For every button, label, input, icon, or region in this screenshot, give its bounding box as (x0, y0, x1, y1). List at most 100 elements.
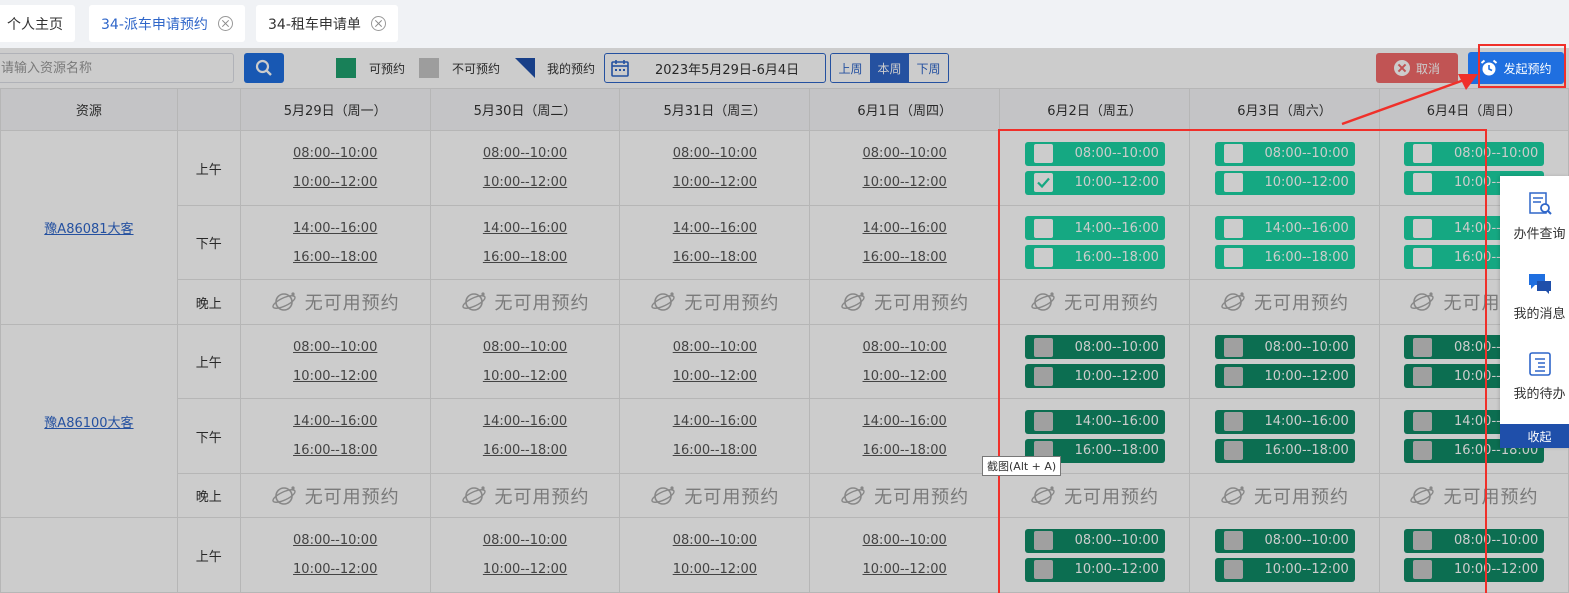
no-booking-label: 无可用预约 (304, 486, 400, 508)
tab-home[interactable]: 个人主页 (0, 5, 75, 42)
no-booking-cell: 无可用预约 (429, 472, 621, 519)
slot-link[interactable]: 16:00--18:00 (241, 436, 430, 465)
resource-search-input[interactable] (0, 53, 234, 83)
slot-link[interactable]: 08:00--10:00 (620, 139, 809, 168)
slot-link[interactable]: 16:00--18:00 (810, 243, 999, 272)
slot-cell: 14:00--16:00 16:00--18:00 (619, 204, 811, 281)
legend-label: 我的预约 (547, 61, 596, 76)
slot-link[interactable]: 08:00--10:00 (620, 526, 809, 555)
slot-cell: 08:00--10:00 10:00--12:00 (809, 323, 1001, 400)
slot-link[interactable]: 16:00--18:00 (431, 436, 620, 465)
week-switcher: 上周 本周 下周 (830, 53, 949, 83)
slot-link[interactable]: 16:00--18:00 (810, 436, 999, 465)
slot-link[interactable]: 10:00--12:00 (431, 555, 620, 584)
side-item-label: 我的消息 (1513, 306, 1566, 322)
no-booking-label: 无可用预约 (874, 293, 970, 315)
slot-link[interactable]: 14:00--16:00 (431, 407, 620, 436)
legend-unavailable: 不可预约 (419, 58, 500, 78)
slot-link[interactable]: 10:00--12:00 (241, 555, 430, 584)
slot-cell: 08:00--10:00 10:00--12:00 (809, 130, 1001, 206)
no-booking-cell: 无可用预约 (619, 472, 811, 519)
slot-link[interactable]: 10:00--12:00 (431, 168, 620, 197)
planet-icon (461, 486, 486, 505)
side-item-todo[interactable]: 我的待办 (1500, 336, 1569, 416)
slot-link[interactable]: 08:00--10:00 (431, 333, 620, 362)
resource-cell (0, 517, 178, 593)
prev-week-button[interactable]: 上周 (831, 54, 870, 82)
tab-label: 个人主页 (7, 16, 63, 33)
slot-link[interactable]: 14:00--16:00 (431, 214, 620, 243)
slot-link[interactable]: 08:00--10:00 (810, 526, 999, 555)
side-item-messages[interactable]: 我的消息 (1500, 256, 1569, 336)
day-header: 6月1日（周四） (809, 87, 1001, 132)
slot-cell: 08:00--10:00 10:00--12:00 (429, 517, 621, 593)
planet-icon (841, 486, 865, 505)
slot-link[interactable]: 08:00--10:00 (241, 526, 430, 555)
slot-link[interactable]: 10:00--12:00 (241, 168, 430, 197)
no-booking: 无可用预约 (620, 289, 809, 315)
slot-cell: 14:00--16:00 16:00--18:00 (619, 398, 811, 474)
slot-link[interactable]: 10:00--12:00 (241, 362, 430, 391)
slot-link[interactable]: 10:00--12:00 (810, 555, 999, 584)
slot-link[interactable]: 14:00--16:00 (620, 214, 809, 243)
slot-link[interactable]: 14:00--16:00 (620, 407, 809, 436)
slot-cell: 08:00--10:00 10:00--12:00 (429, 323, 621, 400)
slot-link[interactable]: 10:00--12:00 (431, 362, 620, 391)
mine-swatch (515, 58, 535, 78)
slot-link[interactable]: 14:00--16:00 (810, 214, 999, 243)
no-booking-label: 无可用预约 (304, 293, 400, 315)
date-range-picker[interactable]: 2023年5月29日-6月4日 (604, 53, 826, 83)
slot-link[interactable]: 10:00--12:00 (620, 362, 809, 391)
slot-link[interactable]: 16:00--18:00 (431, 243, 620, 272)
slot-link[interactable]: 10:00--12:00 (620, 555, 809, 584)
tab-bar: 个人主页 34-派车申请预约 34-租车申请单 (0, 0, 1569, 48)
no-booking-cell: 无可用预约 (429, 279, 621, 325)
slot-link[interactable]: 08:00--10:00 (810, 333, 999, 362)
slot-link[interactable]: 14:00--16:00 (810, 407, 999, 436)
search-button[interactable] (244, 53, 284, 83)
chat-icon (1528, 273, 1551, 294)
no-booking-label: 无可用预约 (874, 486, 970, 508)
close-icon[interactable] (217, 16, 233, 31)
slot-link[interactable]: 16:00--18:00 (620, 436, 809, 465)
resource-link[interactable]: 豫A86081大客 (44, 222, 133, 237)
slot-cell: 08:00--10:00 10:00--12:00 (239, 517, 431, 593)
legend-available: 可预约 (336, 58, 405, 78)
available-swatch (336, 58, 356, 78)
slot-cell: 08:00--10:00 10:00--12:00 (809, 517, 1001, 593)
period-label: 上午 (176, 323, 241, 400)
side-item-case-query[interactable]: 办件查询 (1500, 176, 1569, 256)
legend-label: 可预约 (369, 61, 406, 76)
slot-link[interactable]: 14:00--16:00 (241, 407, 430, 436)
slot-link[interactable]: 08:00--10:00 (241, 333, 430, 362)
next-week-button[interactable]: 下周 (909, 54, 948, 82)
slot-link[interactable]: 08:00--10:00 (810, 139, 999, 168)
slot-cell: 08:00--10:00 10:00--12:00 (619, 517, 811, 593)
no-booking: 无可用预约 (620, 483, 809, 509)
no-booking: 无可用预约 (241, 483, 430, 509)
slot-link[interactable]: 16:00--18:00 (620, 243, 809, 272)
planet-icon (271, 486, 296, 505)
resource-link[interactable]: 豫A86100大客 (44, 416, 133, 431)
tab-rental-form[interactable]: 34-租车申请单 (256, 5, 398, 42)
planet-icon (271, 292, 296, 311)
slot-link[interactable]: 08:00--10:00 (431, 526, 620, 555)
this-week-button[interactable]: 本周 (870, 54, 909, 82)
slot-link[interactable]: 14:00--16:00 (241, 214, 430, 243)
slot-link[interactable]: 08:00--10:00 (431, 139, 620, 168)
resource-column-header: 资源 (0, 87, 178, 132)
tab-dispatch-booking[interactable]: 34-派车申请预约 (89, 5, 245, 42)
slot-cell: 08:00--10:00 10:00--12:00 (239, 323, 431, 400)
slot-link[interactable]: 08:00--10:00 (241, 139, 430, 168)
slot-link[interactable]: 16:00--18:00 (241, 243, 430, 272)
slot-cell: 08:00--10:00 10:00--12:00 (429, 130, 621, 206)
side-collapse-button[interactable]: 收起 (1500, 424, 1569, 448)
period-label: 晚上 (176, 279, 241, 325)
day-header: 5月29日（周一） (239, 87, 431, 132)
close-icon[interactable] (370, 16, 386, 31)
slot-link[interactable]: 10:00--12:00 (620, 168, 809, 197)
slot-link[interactable]: 08:00--10:00 (620, 333, 809, 362)
slot-link[interactable]: 10:00--12:00 (810, 362, 999, 391)
period-label: 下午 (176, 398, 241, 474)
slot-link[interactable]: 10:00--12:00 (810, 168, 999, 197)
